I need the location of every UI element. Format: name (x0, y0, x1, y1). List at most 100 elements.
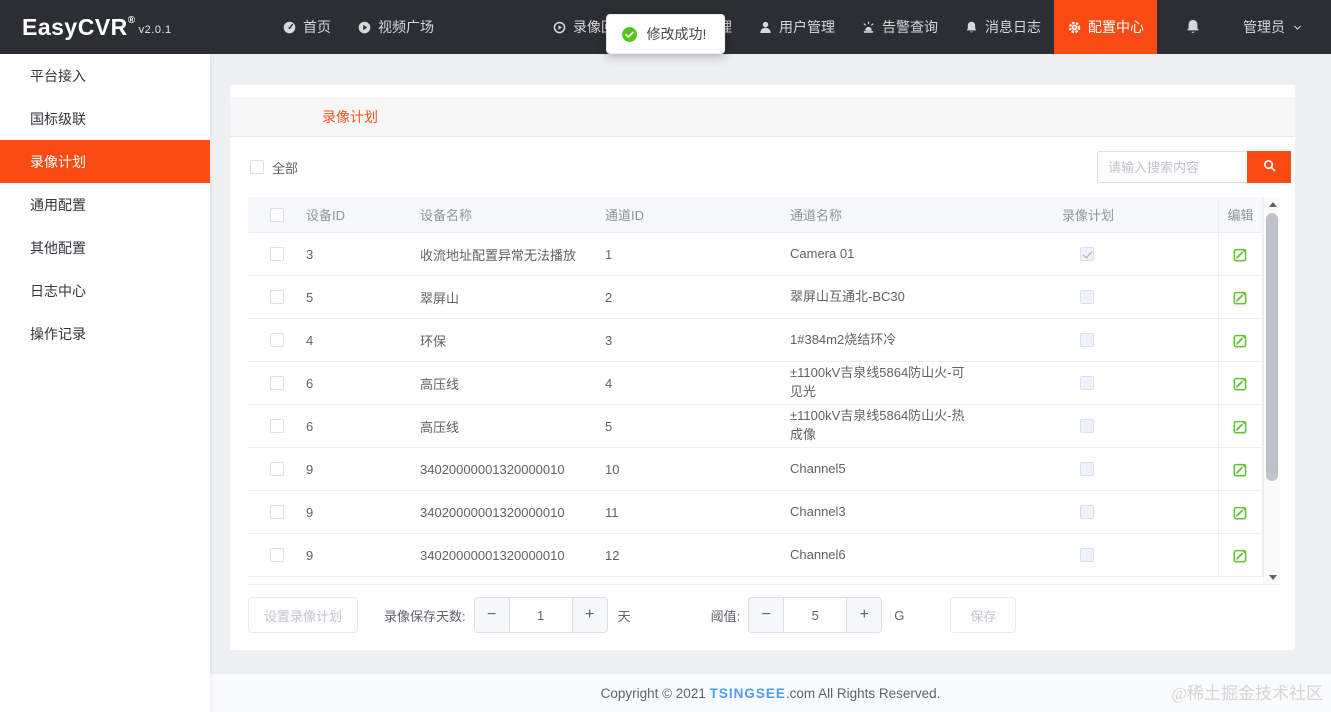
page-footer: Copyright © 2021 TSINGSEE.com All Rights… (210, 674, 1331, 712)
edit-icon[interactable] (1232, 246, 1249, 263)
device-id-cell: 9 (306, 461, 314, 477)
nav-item-message-bell[interactable]: 消息日志 (951, 0, 1054, 54)
col-header-edit: 编辑 (1218, 197, 1263, 232)
row-select-checkbox[interactable] (270, 247, 284, 261)
device-name-cell: 高压线 (420, 376, 460, 392)
threshold-increase-button[interactable]: + (846, 598, 882, 632)
save-button[interactable]: 保存 (950, 597, 1017, 633)
app-name: EasyCVR (22, 13, 128, 40)
row-select-checkbox[interactable] (270, 548, 284, 562)
user-menu[interactable]: 管理员 (1243, 17, 1303, 37)
table-header-row: 设备ID 设备名称 通道ID 通道名称 录像计划 编辑 (248, 197, 1263, 233)
sidebar-item[interactable]: 通用配置 (0, 183, 210, 226)
nav-item-gear[interactable]: 配置中心 (1054, 0, 1157, 54)
row-select-checkbox[interactable] (270, 376, 284, 390)
search-input[interactable] (1097, 151, 1247, 183)
sidebar-item[interactable]: 平台接入 (0, 54, 210, 97)
table-row: 3 收流地址配置异常无法播放 1 Camera 01 (248, 233, 1263, 276)
table-body: 3 收流地址配置异常无法播放 1 Camera 01 5 翠屏山 2 翠屏山互通北-BC30 4… (248, 233, 1263, 577)
tab-bar: 录像计划 (230, 97, 1295, 137)
table-row: 5 翠屏山 2 翠屏山互通北-BC30 (248, 276, 1263, 319)
record-plan-checkbox (1080, 548, 1094, 562)
row-select-checkbox[interactable] (270, 419, 284, 433)
retention-value-input[interactable] (509, 598, 572, 632)
user-name: 管理员 (1243, 19, 1285, 35)
channel-id-cell: 5 (605, 418, 613, 434)
row-select-checkbox[interactable] (270, 333, 284, 347)
sidebar-item[interactable]: 录像计划 (0, 140, 210, 183)
scroll-down-arrow[interactable] (1264, 570, 1280, 584)
alarm-icon (861, 20, 876, 35)
bottom-controls: 设置录像计划 录像保存天数: − + 天 阈值: − + G 保存 (230, 585, 1295, 645)
nav-item-play-circle[interactable]: 视频广场 (344, 0, 447, 54)
edit-icon[interactable] (1232, 418, 1249, 435)
search-icon (1262, 158, 1277, 176)
table-row: 9 34020000001320000010 12 Channel6 (248, 534, 1263, 577)
row-select-checkbox[interactable] (270, 462, 284, 476)
app-logo: EasyCVR ® v2.0.1 (22, 14, 172, 41)
app-version: v2.0.1 (138, 23, 172, 36)
header-checkbox[interactable] (270, 207, 284, 222)
select-all-checkbox[interactable] (250, 160, 264, 174)
channel-name-cell: Channel5 (790, 460, 846, 476)
device-id-cell: 5 (306, 289, 314, 305)
channel-name-cell: 1#384m2烧结环冷 (790, 331, 897, 347)
message-bell-icon (964, 20, 979, 35)
threshold-label: 阈值: (710, 608, 741, 624)
channel-name-cell: 翠屏山互通北-BC30 (790, 288, 905, 304)
sidebar-item[interactable]: 其他配置 (0, 226, 210, 269)
record-plan-checkbox (1080, 505, 1094, 519)
edit-icon[interactable] (1232, 332, 1249, 349)
device-name-cell: 34020000001320000010 (420, 504, 565, 520)
device-name-cell: 34020000001320000010 (420, 461, 565, 477)
record-plan-checkbox (1080, 247, 1094, 261)
edit-icon[interactable] (1232, 547, 1249, 564)
nav-item-alarm[interactable]: 告警查询 (848, 0, 951, 54)
record-plan-table: 设备ID 设备名称 通道ID 通道名称 录像计划 编辑 3 收流地址配置异常无法播… (248, 197, 1280, 585)
notification-button[interactable] (1157, 18, 1229, 36)
threshold-unit: G (894, 607, 905, 623)
threshold-value-input[interactable] (784, 598, 847, 632)
scrollbar-thumb[interactable] (1266, 213, 1278, 481)
device-id-cell: 9 (306, 547, 314, 563)
channel-id-cell: 2 (605, 289, 613, 305)
tab-record-plan[interactable]: 录像计划 (322, 107, 378, 127)
table-row: 9 34020000001320000010 10 Channel5 (248, 448, 1263, 491)
edit-icon[interactable] (1232, 504, 1249, 521)
record-plan-checkbox (1080, 290, 1094, 304)
device-name-cell: 收流地址配置异常无法播放 (420, 247, 577, 263)
select-all-label: 全部 (272, 160, 299, 176)
dashboard-icon (282, 20, 297, 35)
sidebar: 平台接入 国标级联 录像计划 通用配置 其他配置 日志中心 操作记录 (0, 54, 210, 712)
set-record-plan-button[interactable]: 设置录像计划 (248, 597, 359, 633)
edit-icon[interactable] (1232, 461, 1249, 478)
success-toast: 修改成功! (605, 14, 726, 54)
retention-increase-button[interactable]: + (571, 598, 607, 632)
sidebar-item[interactable]: 国标级联 (0, 97, 210, 140)
channel-id-cell: 1 (605, 246, 613, 262)
record-plan-checkbox (1080, 376, 1094, 390)
toast-message: 修改成功! (646, 26, 707, 42)
table-row: 6 高压线 4 ±1100kV吉泉线5864防山火-可见光 (248, 362, 1263, 405)
search-button[interactable] (1247, 151, 1291, 183)
retention-stepper: − + (473, 597, 608, 633)
col-header-channel-name: 通道名称 (790, 208, 843, 223)
row-select-checkbox[interactable] (270, 290, 284, 304)
edit-icon[interactable] (1232, 289, 1249, 306)
row-select-checkbox[interactable] (270, 505, 284, 519)
nav-item-user[interactable]: 用户管理 (745, 0, 848, 54)
search-group (1097, 151, 1291, 183)
sidebar-item[interactable]: 日志中心 (0, 269, 210, 312)
scroll-up-arrow[interactable] (1264, 197, 1280, 211)
channel-id-cell: 4 (605, 375, 613, 391)
nav-item-dashboard[interactable]: 首页 (269, 0, 344, 54)
table-scrollbar[interactable] (1263, 197, 1280, 584)
table-row: 9 34020000001320000010 11 Channel3 (248, 491, 1263, 534)
device-name-cell: 环保 (420, 333, 447, 349)
sidebar-item[interactable]: 操作记录 (0, 312, 210, 355)
edit-icon[interactable] (1232, 375, 1249, 392)
threshold-decrease-button[interactable]: − (749, 598, 785, 632)
channel-name-cell: ±1100kV吉泉线5864防山火-可见光 (790, 365, 965, 399)
retention-decrease-button[interactable]: − (474, 598, 510, 632)
